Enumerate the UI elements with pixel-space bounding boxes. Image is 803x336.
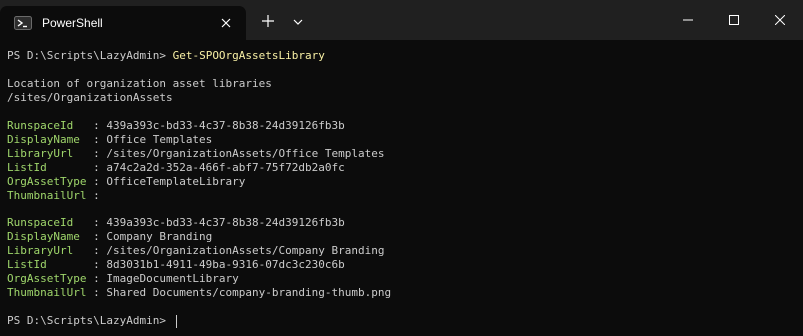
property-value: 439a393c-bd33-4c37-8b38-24d39126fb3b xyxy=(106,216,345,229)
chevron-down-icon[interactable] xyxy=(291,16,305,28)
tab-title: PowerShell xyxy=(42,16,103,30)
property-name: ThumbnailUrl xyxy=(7,286,94,299)
property-name: RunspaceId xyxy=(7,119,94,132)
separator: : xyxy=(93,147,107,160)
output-header-line2: /sites/OrganizationAssets xyxy=(7,91,173,104)
prompt: PS D:\Scripts\LazyAdmin> xyxy=(7,314,173,327)
property-value: Company Branding xyxy=(106,230,213,243)
property-name: ListId xyxy=(7,258,94,271)
property-value: a74c2a2d-352a-466f-abf7-75f72db2a0fc xyxy=(106,161,345,174)
prompt-line: PS D:\Scripts\LazyAdmin> Get-SPOOrgAsset… xyxy=(7,48,325,64)
maximize-icon xyxy=(729,15,739,25)
separator: : xyxy=(93,286,107,299)
property-name: LibraryUrl xyxy=(7,147,94,160)
property-value: 439a393c-bd33-4c37-8b38-24d39126fb3b xyxy=(106,119,345,132)
separator: : xyxy=(93,161,107,174)
minimize-button[interactable] xyxy=(665,0,711,40)
new-tab-plus-icon[interactable] xyxy=(260,13,276,29)
property-value: Office Templates xyxy=(106,133,213,146)
powershell-icon xyxy=(14,16,32,30)
separator: : xyxy=(93,272,107,285)
property-value: ImageDocumentLibrary xyxy=(106,272,239,285)
separator: : xyxy=(93,258,107,271)
property-name: OrgAssetType xyxy=(7,272,94,285)
property-name: DisplayName xyxy=(7,230,94,243)
separator: : xyxy=(93,189,107,202)
property-value: /sites/OrganizationAssets/Company Brandi… xyxy=(106,244,385,257)
property-name: ListId xyxy=(7,161,94,174)
close-window-button[interactable] xyxy=(757,0,803,40)
terminal-output[interactable]: PS D:\Scripts\LazyAdmin> Get-SPOOrgAsset… xyxy=(0,40,803,336)
record2-thumbnailurl-row: ThumbnailUrl : Shared Documents/company-… xyxy=(7,285,391,301)
property-name: ThumbnailUrl xyxy=(7,189,94,202)
prompt-line-current: PS D:\Scripts\LazyAdmin> xyxy=(7,313,177,329)
tab-powershell[interactable]: PowerShell xyxy=(0,6,246,40)
title-bar: PowerShell xyxy=(0,0,803,40)
close-tab-icon[interactable] xyxy=(218,15,234,31)
property-name: DisplayName xyxy=(7,133,94,146)
separator: : xyxy=(93,230,107,243)
separator: : xyxy=(93,133,107,146)
minimize-icon xyxy=(683,19,693,21)
property-value: Shared Documents/company-branding-thumb.… xyxy=(106,286,392,299)
property-name: OrgAssetType xyxy=(7,175,94,188)
maximize-button[interactable] xyxy=(711,0,757,40)
separator: : xyxy=(93,119,107,132)
property-value: 8d3031b1-4911-49ba-9316-07dc3c230c6b xyxy=(106,258,345,271)
separator: : xyxy=(93,244,107,257)
property-name: LibraryUrl xyxy=(7,244,94,257)
property-name: RunspaceId xyxy=(7,216,94,229)
close-icon xyxy=(775,15,785,25)
property-value: OfficeTemplateLibrary xyxy=(106,175,246,188)
separator: : xyxy=(93,216,107,229)
property-value: /sites/OrganizationAssets/Office Templat… xyxy=(106,147,385,160)
separator: : xyxy=(93,175,107,188)
text-cursor xyxy=(175,314,177,328)
record1-thumbnailurl-row: ThumbnailUrl : xyxy=(7,188,106,204)
command-text: Get-SPOOrgAssetsLibrary xyxy=(172,49,325,62)
prompt: PS D:\Scripts\LazyAdmin> xyxy=(7,49,173,62)
